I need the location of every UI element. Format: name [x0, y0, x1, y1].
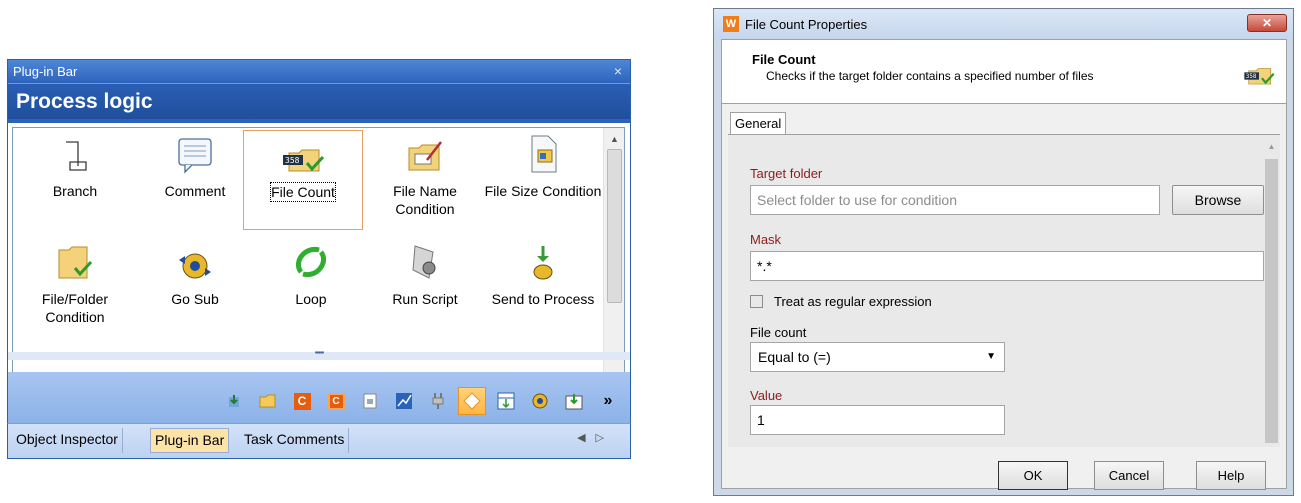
plugin-item-send-to-process[interactable]: Send to Process [483, 238, 603, 338]
tab-task-comments[interactable]: Task Comments [240, 428, 350, 453]
send-to-process-icon [483, 238, 603, 282]
file-folder-condition-icon [15, 238, 135, 282]
plugin-item-loop[interactable]: Loop [251, 238, 371, 338]
plugin-item-file-name-condition[interactable]: File Name Condition [365, 130, 485, 230]
plugin-bar-titlebar: Plug-in Bar × [8, 60, 630, 83]
dialog-tab-strip: General [722, 112, 1286, 135]
plug-icon[interactable] [424, 387, 452, 415]
header-title: File Count [752, 52, 816, 67]
dialog-header: File Count Checks if the target folder c… [722, 40, 1286, 104]
close-icon[interactable]: ✕ [1247, 14, 1287, 32]
file-count-value: Equal to (=) [758, 349, 831, 365]
mask-input[interactable] [750, 251, 1264, 281]
plugin-item-run-script[interactable]: Run Script [365, 238, 485, 338]
folder-icon[interactable] [254, 387, 282, 415]
target-folder-label: Target folder [750, 166, 823, 181]
table-icon[interactable] [492, 387, 520, 415]
regex-checkbox-label: Treat as regular expression [774, 294, 932, 309]
ok-button[interactable]: OK [998, 461, 1068, 490]
plugin-item-file-folder-condition[interactable]: File/Folder Condition [15, 238, 135, 338]
value-input[interactable] [750, 405, 1005, 435]
plugin-item-label: Run Script [392, 291, 458, 307]
svg-text:358: 358 [1246, 74, 1257, 80]
run-script-icon [365, 238, 485, 282]
cancel-button[interactable]: Cancel [1094, 461, 1164, 490]
download-icon[interactable] [220, 387, 248, 415]
scrollbar-thumb[interactable] [1265, 159, 1278, 443]
splitter-handle[interactable]: '''''''''''' [8, 351, 630, 360]
chart-icon[interactable] [390, 387, 418, 415]
dialog-titlebar: W File Count Properties ✕ [714, 9, 1293, 39]
value-label: Value [750, 388, 783, 403]
go-sub-icon [135, 238, 255, 282]
branch-icon [15, 130, 135, 174]
panel-scrollbar[interactable]: ▲ [1263, 139, 1280, 445]
file-count-properties-dialog: W File Count Properties ✕ File Count Che… [713, 8, 1294, 496]
regex-checkbox[interactable] [750, 295, 763, 308]
bottom-tab-strip: Object Inspector Plug-in Bar Task Commen… [7, 423, 631, 459]
chevron-right-icon[interactable]: ▷ [596, 432, 614, 444]
help-button[interactable]: Help [1196, 461, 1266, 490]
plugin-item-label: File Count [270, 182, 336, 202]
process-logic-icon[interactable] [458, 387, 486, 415]
file-count-icon: 358 [244, 131, 362, 175]
plugin-item-go-sub[interactable]: Go Sub [135, 238, 255, 338]
plugin-item-label: File/Folder Condition [41, 291, 109, 325]
chevron-down-icon: ▼ [986, 351, 996, 362]
tab-scroll-arrows[interactable]: ◀▷ [577, 431, 614, 444]
tab-plugin-bar[interactable]: Plug-in Bar [150, 428, 230, 453]
plugin-item-label: File Name Condition [393, 183, 457, 217]
section-header[interactable]: Process logic [8, 83, 630, 123]
scroll-up-icon[interactable]: ▲ [1263, 139, 1280, 155]
plugin-item-branch[interactable]: Branch [15, 130, 135, 230]
loop-icon [251, 238, 371, 282]
plugin-bar-title: Plug-in Bar [13, 64, 78, 79]
file-count-label: File count [750, 325, 807, 340]
c-window-icon[interactable]: C [322, 387, 350, 415]
export-icon[interactable] [560, 387, 588, 415]
plugin-item-file-count[interactable]: 358 File Count [243, 130, 363, 230]
section-title: Process logic [16, 89, 153, 113]
dialog-footer: OK Cancel Help [722, 453, 1286, 490]
plugin-item-label: Loop [295, 291, 327, 307]
more-icon[interactable]: » [594, 387, 622, 415]
file-name-condition-icon [365, 130, 485, 174]
scrollbar-thumb[interactable] [607, 149, 622, 303]
plugin-item-label: Send to Process [491, 291, 595, 307]
plugin-item-label: File Size Condition [484, 183, 602, 199]
c-orange-icon[interactable]: C [288, 387, 316, 415]
tab-general[interactable]: General [730, 112, 787, 135]
plugin-item-label: Comment [164, 183, 226, 199]
general-panel: Target folder Browse Mask Treat as regul… [728, 134, 1280, 447]
plugin-item-file-size-condition[interactable]: File Size Condition [483, 130, 603, 230]
comment-icon [135, 130, 255, 174]
close-icon[interactable]: × [614, 63, 622, 79]
plugin-item-comment[interactable]: Comment [135, 130, 255, 230]
go-sub-small-icon[interactable] [526, 387, 554, 415]
grid-icon[interactable] [356, 387, 384, 415]
plugin-item-label: Go Sub [171, 291, 219, 307]
chevron-left-icon[interactable]: ◀ [577, 432, 595, 444]
target-folder-input[interactable] [750, 185, 1160, 215]
browse-button[interactable]: Browse [1172, 185, 1264, 215]
app-icon: W [723, 16, 739, 32]
plugin-item-label: Branch [52, 183, 98, 199]
dialog-body: File Count Checks if the target folder c… [721, 39, 1287, 490]
file-count-select[interactable]: Equal to (=) ▼ [750, 342, 1005, 372]
scroll-up-icon[interactable]: ▲ [604, 130, 625, 148]
plugin-toolbar: C C » [7, 372, 631, 423]
dialog-title: File Count Properties [745, 16, 868, 32]
file-count-icon: 358 [1242, 65, 1276, 90]
tab-object-inspector[interactable]: Object Inspector [12, 428, 123, 453]
mask-label: Mask [750, 232, 782, 247]
file-size-condition-icon [483, 130, 603, 174]
svg-text:358: 358 [285, 156, 300, 165]
header-description: Checks if the target folder contains a s… [766, 69, 1094, 83]
